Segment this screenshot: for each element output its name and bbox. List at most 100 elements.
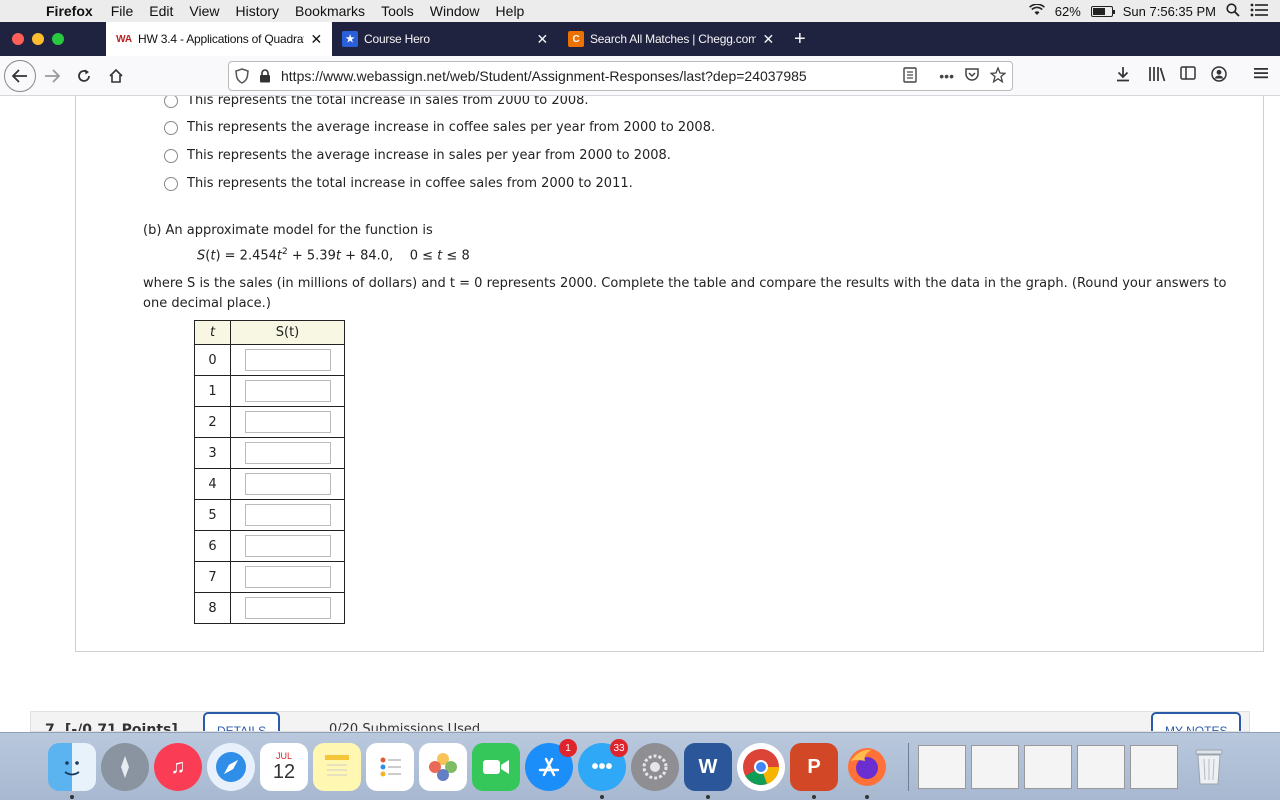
answer-input[interactable]: [244, 411, 331, 433]
instructions-line: one decimal place.): [143, 296, 271, 311]
tab-title: HW 3.4 - Applications of Quadrat: [138, 32, 305, 46]
page-actions-icon[interactable]: •••: [939, 68, 954, 84]
tab-chegg[interactable]: C Search All Matches | Chegg.com ✕: [558, 22, 784, 56]
radio-button[interactable]: [164, 148, 178, 163]
details-button[interactable]: DETAILS: [203, 712, 281, 731]
back-button[interactable]: [4, 59, 36, 92]
messages-badge: 33: [610, 739, 628, 757]
answer-input[interactable]: [244, 349, 331, 371]
close-tab-icon[interactable]: ✕: [536, 31, 548, 48]
home-button[interactable]: [100, 60, 132, 92]
url-bar[interactable]: https://www.webassign.net/web/Student/As…: [228, 61, 1013, 91]
notification-center-icon[interactable]: [1250, 3, 1268, 20]
recent-document-thumbnail[interactable]: [971, 745, 1019, 789]
menu-help[interactable]: Help: [488, 3, 533, 19]
word-icon[interactable]: W: [684, 743, 732, 791]
account-icon[interactable]: [1211, 66, 1227, 86]
s-value-cell: [230, 437, 345, 469]
answer-option[interactable]: This represents the total increase in co…: [164, 176, 633, 191]
answer-input[interactable]: [244, 442, 331, 464]
tab-course-hero[interactable]: ★ Course Hero ✕: [332, 22, 558, 56]
menu-view[interactable]: View: [181, 3, 227, 19]
answer-input[interactable]: [244, 473, 331, 495]
reminders-icon[interactable]: [366, 743, 414, 791]
library-icon[interactable]: [1148, 66, 1166, 86]
photos-icon[interactable]: [419, 743, 467, 791]
trash-icon[interactable]: [1185, 743, 1233, 791]
facetime-icon[interactable]: [472, 743, 520, 791]
reader-view-icon[interactable]: [903, 66, 917, 86]
tracking-protection-shield-icon[interactable]: [235, 68, 251, 84]
answer-input[interactable]: [244, 504, 331, 526]
webassign-favicon-icon: WA: [116, 33, 132, 45]
part-b-intro: (b) An approximate model for the functio…: [143, 223, 433, 238]
t-value-cell: 0: [194, 344, 231, 376]
notes-icon[interactable]: [313, 743, 361, 791]
running-indicator: [70, 795, 74, 799]
answer-input[interactable]: [244, 380, 331, 402]
option-label: This represents the total increase in co…: [187, 176, 633, 191]
reload-button[interactable]: [68, 60, 100, 92]
spotlight-search-icon[interactable]: [1226, 2, 1240, 20]
url-text[interactable]: https://www.webassign.net/web/Student/As…: [281, 68, 893, 84]
menu-file[interactable]: File: [103, 3, 142, 19]
menu-edit[interactable]: Edit: [141, 3, 181, 19]
answer-option[interactable]: This represents the total increase in sa…: [164, 96, 589, 108]
lock-icon[interactable]: [259, 69, 273, 83]
battery-icon[interactable]: [1090, 5, 1115, 17]
bookmark-star-icon[interactable]: [989, 65, 1007, 86]
menu-app-name[interactable]: Firefox: [40, 3, 103, 19]
answer-input[interactable]: [244, 597, 331, 619]
menu-bookmarks[interactable]: Bookmarks: [287, 3, 373, 19]
close-window-icon[interactable]: [12, 33, 24, 45]
radio-button[interactable]: [164, 176, 178, 191]
menubar-clock[interactable]: Sun 7:56:35 PM: [1123, 4, 1216, 19]
radio-button[interactable]: [164, 96, 178, 108]
radio-button[interactable]: [164, 120, 178, 135]
recent-document-thumbnail[interactable]: [1024, 745, 1072, 789]
answer-option[interactable]: This represents the average increase in …: [164, 148, 671, 163]
system-preferences-icon[interactable]: [631, 743, 679, 791]
firefox-icon[interactable]: [843, 743, 891, 791]
tab-webassign[interactable]: WA HW 3.4 - Applications of Quadrat ✕: [106, 22, 332, 56]
zoom-window-icon[interactable]: [52, 33, 64, 45]
dock-separator: [908, 743, 909, 791]
recent-document-thumbnail[interactable]: [918, 745, 966, 789]
forward-button[interactable]: [36, 60, 68, 92]
wifi-icon[interactable]: [1028, 2, 1045, 19]
calendar-icon[interactable]: JUL 12: [260, 743, 308, 791]
menu-window[interactable]: Window: [422, 3, 488, 19]
option-label: This represents the average increase in …: [187, 120, 716, 135]
downloads-icon[interactable]: [1116, 66, 1130, 86]
answer-input[interactable]: [244, 566, 331, 588]
table-row: 8: [194, 592, 345, 624]
menu-history[interactable]: History: [227, 3, 287, 19]
table-row: 0: [194, 344, 345, 376]
hamburger-menu-icon[interactable]: [1254, 66, 1268, 84]
sidebar-toggle-icon[interactable]: [1180, 66, 1196, 84]
close-tab-icon[interactable]: ✕: [310, 31, 322, 48]
safari-icon[interactable]: [207, 743, 255, 791]
option-label: This represents the average increase in …: [187, 148, 671, 163]
my-notes-button[interactable]: MY NOTES: [1151, 712, 1242, 731]
powerpoint-icon[interactable]: P: [790, 743, 838, 791]
recent-document-thumbnail[interactable]: [1130, 745, 1178, 789]
macos-menubar: Firefox File Edit View History Bookmarks…: [0, 0, 1280, 22]
new-tab-button[interactable]: +: [784, 22, 816, 56]
chrome-icon[interactable]: [737, 743, 785, 791]
calendar-month: JUL: [275, 750, 292, 761]
answer-option[interactable]: This represents the average increase in …: [164, 120, 715, 135]
answer-input[interactable]: [244, 535, 331, 557]
t-value-cell: 2: [194, 406, 231, 438]
finder-icon[interactable]: [48, 743, 96, 791]
recent-document-thumbnail[interactable]: [1077, 745, 1125, 789]
minimize-window-icon[interactable]: [32, 33, 44, 45]
s-value-cell: [230, 406, 345, 438]
close-tab-icon[interactable]: ✕: [762, 31, 774, 48]
pocket-icon[interactable]: [964, 67, 980, 85]
running-indicator: [812, 795, 816, 799]
music-icon[interactable]: ♫: [154, 743, 202, 791]
menu-tools[interactable]: Tools: [373, 3, 422, 19]
launchpad-icon[interactable]: [101, 743, 149, 791]
t-value-cell: 6: [194, 530, 231, 562]
